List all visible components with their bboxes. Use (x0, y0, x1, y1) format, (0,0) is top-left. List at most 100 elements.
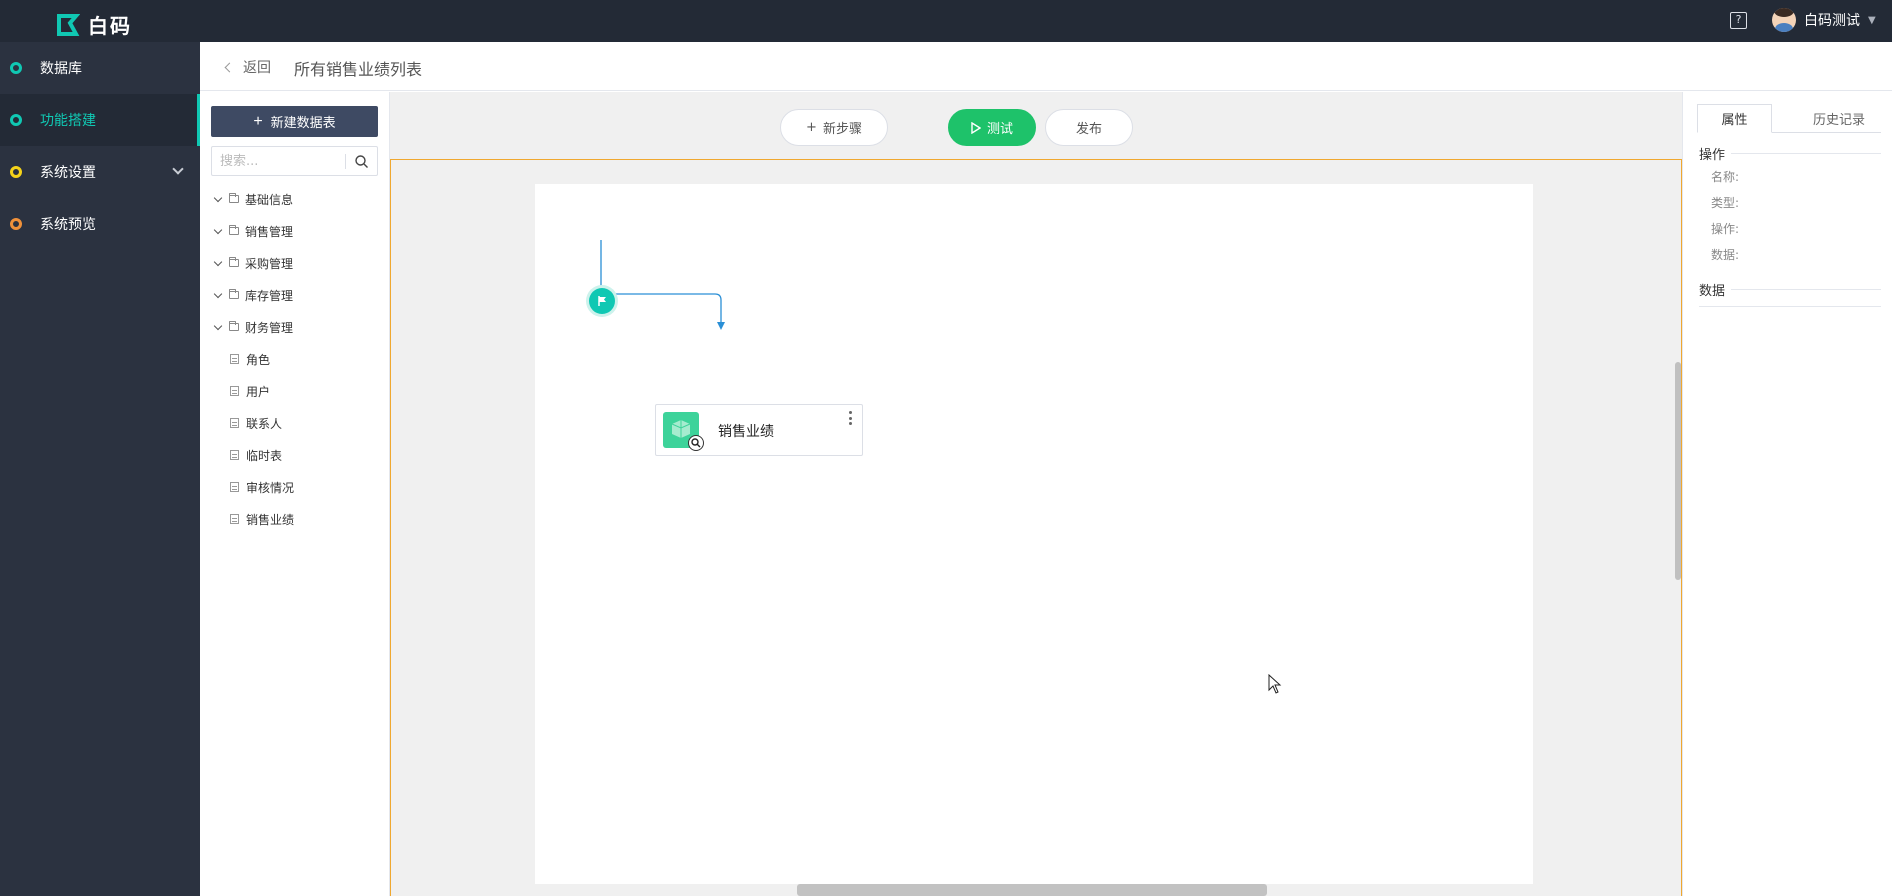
chevron-down-icon (172, 163, 184, 175)
folder-label: 财务管理 (245, 320, 294, 335)
new-table-button[interactable]: + 新建数据表 (211, 106, 378, 137)
chevron-down-icon (213, 321, 223, 330)
tab-properties[interactable]: 属性 (1697, 104, 1772, 133)
table-item[interactable]: 用户 (212, 380, 270, 402)
divider (345, 154, 346, 169)
panel-tabs: 属性 历史记录 (1697, 104, 1881, 133)
tab-history[interactable]: 历史记录 (1797, 104, 1881, 133)
play-icon (971, 121, 981, 134)
table-icon (230, 386, 239, 396)
sidebar-item-label: 系统设置 (40, 165, 96, 181)
table-label: 销售业绩 (246, 512, 295, 527)
field-type-label: 类型: (1711, 196, 1740, 210)
table-label: 临时表 (246, 448, 283, 463)
canvas-area: 销售业绩 (390, 160, 1682, 896)
user-menu[interactable]: 白码测试 ▼ (1772, 8, 1876, 32)
folder-icon (229, 257, 239, 267)
folder-label: 基础信息 (245, 192, 294, 207)
folder-item[interactable]: 库存管理 (212, 284, 293, 306)
search-input[interactable] (220, 152, 340, 170)
publish-button[interactable]: 发布 (1045, 109, 1133, 146)
divider (1731, 153, 1881, 154)
page-header: 返回 所有销售业绩列表 (200, 42, 1892, 91)
chevron-down-icon (213, 193, 223, 202)
publish-label: 发布 (1075, 122, 1102, 137)
table-item[interactable]: 销售业绩 (212, 508, 294, 530)
dot-icon (10, 166, 22, 178)
sidebar-item-build[interactable]: 功能搭建 (0, 94, 200, 146)
search-icon[interactable] (354, 154, 369, 169)
table-icon (230, 418, 239, 428)
folder-icon (229, 289, 239, 299)
table-item[interactable]: 角色 (212, 348, 270, 370)
folder-item[interactable]: 采购管理 (212, 252, 293, 274)
field-name-label: 名称: (1711, 170, 1740, 184)
folder-icon (229, 193, 239, 203)
section-operation: 操作 (1699, 148, 1726, 163)
avatar (1772, 8, 1796, 32)
search-icon (688, 435, 704, 451)
plus-icon: + (806, 120, 817, 135)
logo-icon (57, 13, 80, 36)
divider (1699, 306, 1881, 307)
sidebar-item-label: 数据库 (40, 61, 82, 77)
table-label: 审核情况 (246, 480, 295, 495)
sidebar-item-label: 系统预览 (40, 217, 96, 233)
folder-item[interactable]: 财务管理 (212, 316, 293, 338)
chevron-down-icon: ▼ (1868, 14, 1876, 26)
sidebar-item-label: 功能搭建 (40, 113, 96, 129)
sidebar-nav: 数据库 功能搭建 系统设置 系统预览 (0, 42, 200, 896)
field-operation-label: 操作: (1711, 222, 1740, 236)
table-item[interactable]: 审核情况 (212, 476, 294, 498)
folder-label: 库存管理 (245, 288, 294, 303)
database-query-icon (663, 412, 704, 451)
user-name: 白码测试 (1804, 13, 1860, 29)
top-bar: 白码 ? 白码测试 ▼ (0, 0, 1892, 42)
table-label: 联系人 (246, 416, 283, 431)
horizontal-scrollbar[interactable] (797, 884, 1267, 896)
workspace: + 新步骤 测试 发布 销售业绩 (390, 92, 1682, 896)
folder-label: 销售管理 (245, 224, 294, 239)
new-step-button[interactable]: + 新步骤 (780, 109, 888, 146)
new-step-label: 新步骤 (822, 122, 862, 137)
flow-step-node[interactable]: 销售业绩 (655, 404, 863, 456)
dot-icon (10, 62, 22, 74)
table-icon (230, 482, 239, 492)
back-button[interactable]: 返回 (224, 57, 271, 77)
flow-canvas[interactable] (535, 184, 1533, 884)
back-label: 返回 (243, 60, 271, 76)
vertical-scrollbar[interactable] (1675, 362, 1681, 580)
table-item[interactable]: 临时表 (212, 444, 282, 466)
page-title: 所有销售业绩列表 (294, 60, 423, 79)
table-item[interactable]: 联系人 (212, 412, 282, 434)
dot-icon (10, 218, 22, 230)
app-logo[interactable]: 白码 (56, 10, 132, 39)
table-panel: + 新建数据表 基础信息 销售管理 采购管理 库存管理 财务管理 角色 (200, 92, 390, 896)
test-button[interactable]: 测试 (948, 109, 1036, 146)
start-node[interactable] (589, 288, 615, 314)
logo-text: 白码 (88, 14, 132, 38)
table-label: 角色 (246, 352, 271, 367)
folder-item[interactable]: 基础信息 (212, 188, 293, 210)
help-icon[interactable]: ? (1730, 12, 1747, 29)
section-data: 数据 (1699, 284, 1726, 299)
new-table-label: 新建数据表 (270, 115, 336, 130)
flow-toolbar: + 新步骤 测试 发布 (390, 92, 1682, 160)
divider (1731, 289, 1881, 290)
properties-panel: 属性 历史记录 操作 名称: 类型: 操作: 数据: 数据 (1682, 92, 1892, 896)
folder-label: 采购管理 (245, 256, 294, 271)
field-data-label: 数据: (1711, 248, 1740, 262)
sidebar-item-settings[interactable]: 系统设置 (0, 146, 200, 198)
folder-item[interactable]: 销售管理 (212, 220, 293, 242)
table-icon (230, 354, 239, 364)
table-icon (230, 514, 239, 524)
flag-icon (598, 296, 606, 306)
chevron-left-icon (224, 62, 235, 72)
mouse-cursor-icon (1268, 674, 1282, 694)
folder-icon (229, 321, 239, 331)
more-icon[interactable] (848, 411, 852, 425)
dot-icon (10, 114, 22, 126)
search-box (211, 146, 378, 176)
sidebar-item-preview[interactable]: 系统预览 (0, 198, 200, 250)
sidebar-item-database[interactable]: 数据库 (0, 42, 200, 94)
